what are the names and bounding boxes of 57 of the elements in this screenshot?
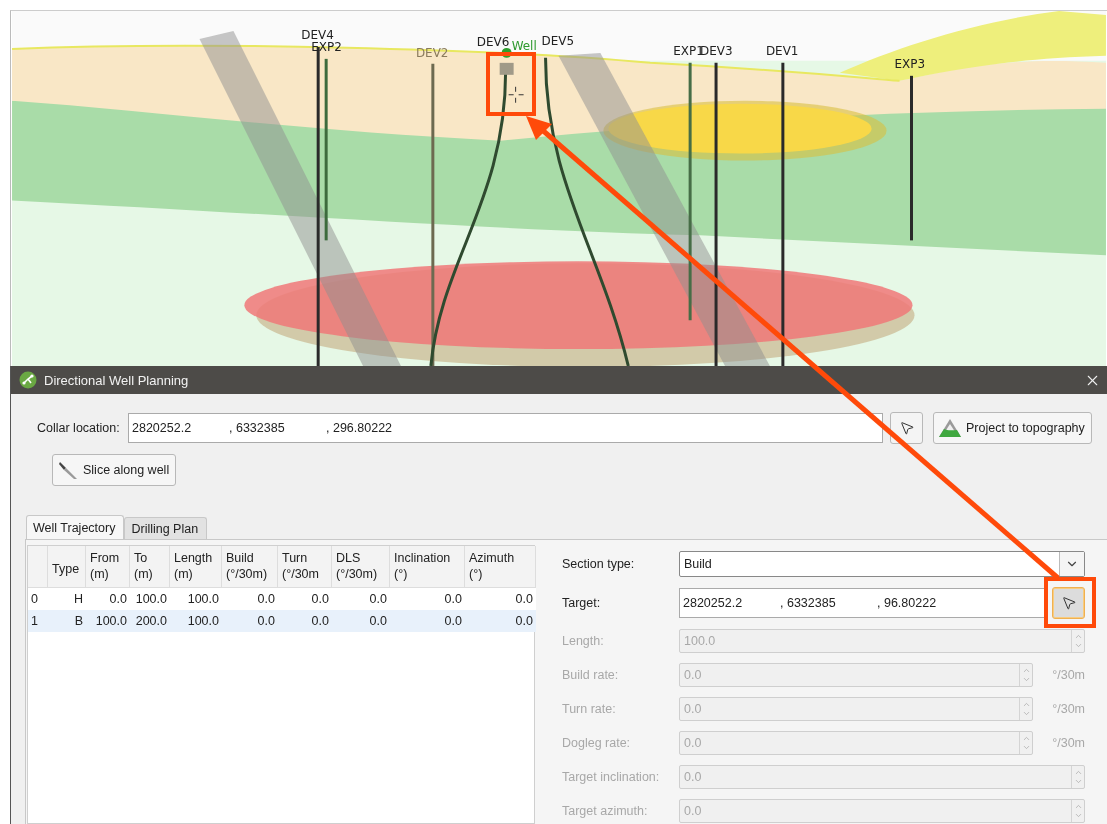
- column-header[interactable]: From (m): [86, 546, 130, 588]
- unit-label: °/30m: [1051, 702, 1085, 716]
- slice-along-well-button[interactable]: Slice along well: [52, 454, 177, 486]
- well-label: DEV3: [700, 43, 733, 58]
- pointer-icon: [898, 420, 915, 436]
- row-number[interactable]: 1: [28, 610, 48, 632]
- column-header[interactable]: Type: [48, 546, 86, 588]
- field-label: Target:: [562, 596, 602, 610]
- field-label: Target azimuth:: [562, 804, 649, 818]
- well-label: DEV5: [541, 33, 575, 48]
- table-cell: 0.0: [278, 610, 332, 632]
- well-label: DEV1: [765, 43, 799, 58]
- field-label: Dogleg rate:: [562, 736, 632, 750]
- window-title: Directional Well Planning: [44, 372, 190, 388]
- tab[interactable]: Drilling Plan: [124, 517, 208, 539]
- highlight-frame: [486, 52, 536, 116]
- column-header[interactable]: Inclination (°): [390, 546, 465, 588]
- field-label: Turn rate:: [562, 702, 617, 716]
- well-label: EXP2: [311, 39, 342, 54]
- well-label: DEV6: [476, 34, 510, 49]
- column-header[interactable]: Turn (°/30m: [278, 546, 332, 588]
- project-to-topography-button[interactable]: Project to topography: [933, 412, 1092, 444]
- column-header[interactable]: DLS (°/30m): [332, 546, 390, 588]
- app-icon: [19, 371, 37, 389]
- field-label: Length:: [562, 634, 605, 648]
- field-label: Target inclination:: [562, 770, 661, 784]
- table-cell: 0.0: [222, 610, 278, 632]
- collar-location-field[interactable]: 2820252.2 , 6332385 , 296.80222: [128, 413, 883, 443]
- unit-label: °/30m: [1051, 736, 1085, 750]
- table-cell: 200.0: [130, 610, 170, 632]
- well-label: Well: [511, 38, 537, 53]
- collar-marker[interactable]: [499, 47, 514, 75]
- section-type-dropdown[interactable]: Build: [679, 551, 1085, 577]
- column-header[interactable]: Build (°/30m): [222, 546, 278, 588]
- pick-button[interactable]: [1052, 587, 1085, 619]
- knife-icon: [57, 459, 79, 481]
- unit-label: °/30m: [1051, 668, 1085, 682]
- field-label: Build rate:: [562, 668, 620, 682]
- mountain-icon: [938, 418, 962, 438]
- tab[interactable]: Well Trajectory: [26, 515, 125, 540]
- table-cell: 0.0: [465, 610, 536, 632]
- table-cell: 0.0: [332, 610, 390, 632]
- table-cell: 100.0: [86, 610, 130, 632]
- table-cell: 100.0: [170, 610, 222, 632]
- pick-button[interactable]: [890, 412, 923, 444]
- column-header[interactable]: To (m): [130, 546, 170, 588]
- well-label: EXP3: [894, 56, 926, 71]
- column-header[interactable]: Azimuth (°): [465, 546, 536, 588]
- table-cell: B: [48, 610, 86, 632]
- pointer-icon: [1060, 595, 1077, 611]
- table-cell: 0.0: [390, 610, 465, 632]
- well-label: DEV4: [301, 27, 334, 42]
- field-label: Section type:: [562, 557, 636, 571]
- highlight-frame: [1044, 577, 1096, 628]
- field-label: Collar location:: [37, 421, 121, 435]
- column-header[interactable]: Length (m): [170, 546, 222, 588]
- crosshair-icon: [508, 86, 525, 104]
